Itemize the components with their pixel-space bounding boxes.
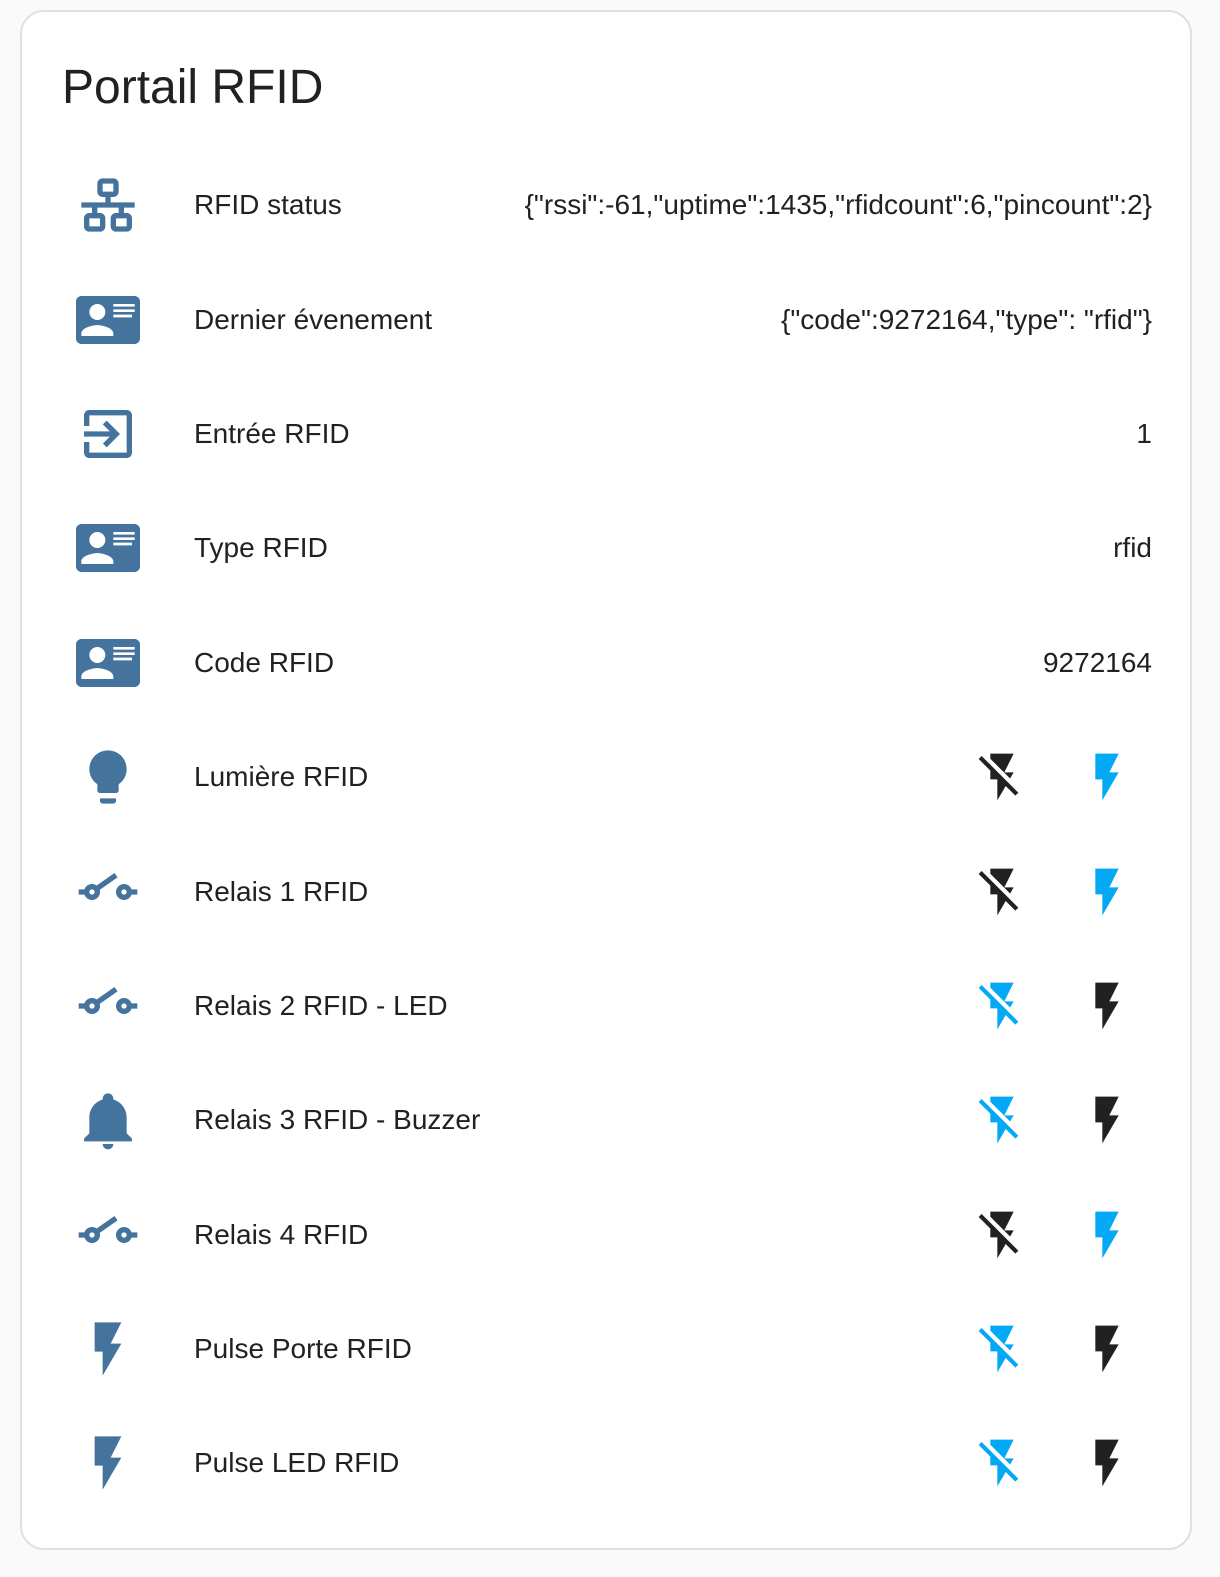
turn-off-button[interactable] [970, 860, 1034, 924]
bell-icon-glyph [76, 1088, 140, 1152]
entity-row: Pulse Porte RFID [22, 1292, 1190, 1406]
flash-icon [1079, 1435, 1135, 1491]
flash-off-icon [974, 978, 1030, 1034]
entity-row: Relais 4 RFID [22, 1178, 1190, 1292]
entity-label[interactable]: Pulse Porte RFID [194, 1333, 412, 1365]
import-icon[interactable] [76, 402, 140, 466]
entity-label[interactable]: Lumière RFID [194, 761, 368, 793]
turn-off-button[interactable] [970, 1431, 1034, 1495]
turn-on-button[interactable] [1075, 1088, 1139, 1152]
entity-row: Relais 1 RFID [22, 834, 1190, 948]
lan-icon[interactable] [76, 173, 140, 237]
turn-off-button[interactable] [970, 745, 1034, 809]
entity-label[interactable]: Relais 3 RFID - Buzzer [194, 1104, 480, 1136]
entity-row[interactable]: Dernier évenement {"code":9272164,"type":… [22, 262, 1190, 376]
flash-icon [1079, 864, 1135, 920]
entity-label[interactable]: Code RFID [194, 647, 334, 679]
card-account-details-icon-glyph [76, 516, 140, 580]
flash-icon [1079, 1092, 1135, 1148]
entity-label[interactable]: RFID status [194, 189, 342, 221]
turn-off-button[interactable] [970, 1088, 1034, 1152]
flash-icon [1079, 978, 1135, 1034]
entity-state-value: 9272164 [1042, 646, 1152, 678]
turn-off-button[interactable] [970, 1317, 1034, 1381]
entity-row: Lumière RFID [22, 720, 1190, 834]
flash-off-icon [974, 1092, 1030, 1148]
flash-icon[interactable] [76, 1317, 140, 1381]
electric-switch-icon[interactable] [76, 974, 140, 1038]
entity-row[interactable]: RFID status {"rssi":-61,"uptime":1435,"rf… [22, 148, 1190, 262]
bell-icon[interactable] [76, 1088, 140, 1152]
turn-on-button[interactable] [1075, 1203, 1139, 1267]
entity-row[interactable]: Type RFID rfid [22, 491, 1190, 605]
entity-label[interactable]: Relais 4 RFID [194, 1219, 368, 1251]
entity-row: Relais 3 RFID - Buzzer [22, 1063, 1190, 1177]
entity-label[interactable]: Entrée RFID [194, 418, 350, 450]
entity-row: Pulse LED RFID [22, 1406, 1190, 1520]
import-icon-glyph [76, 402, 140, 466]
entity-list: RFID status {"rssi":-61,"uptime":1435,"rf… [22, 148, 1190, 1521]
entity-state-value: 1 [1136, 417, 1152, 449]
card-account-details-icon[interactable] [76, 288, 140, 352]
flash-icon[interactable] [76, 1431, 140, 1495]
entity-state-value: {"rssi":-61,"uptime":1435,"rfidcount":6,… [524, 189, 1152, 221]
electric-switch-icon-glyph [76, 1203, 140, 1267]
flash-icon [1079, 1321, 1135, 1377]
flash-off-icon [974, 1435, 1030, 1491]
card-account-details-icon-glyph [76, 288, 140, 352]
electric-switch-icon[interactable] [76, 860, 140, 924]
entity-label[interactable]: Type RFID [194, 532, 328, 564]
turn-on-button[interactable] [1075, 745, 1139, 809]
lan-icon-glyph [76, 173, 140, 237]
entity-label[interactable]: Dernier évenement [194, 304, 432, 336]
flash-off-icon [974, 1207, 1030, 1263]
turn-off-button[interactable] [970, 1203, 1034, 1267]
electric-switch-icon[interactable] [76, 1203, 140, 1267]
flash-icon-glyph [76, 1431, 140, 1495]
card-account-details-icon-glyph [76, 631, 140, 695]
lightbulb-icon[interactable] [76, 745, 140, 809]
lightbulb-icon-glyph [76, 745, 140, 809]
entities-card: Portail RFID RFID status {"rssi":-61,"upt… [20, 10, 1192, 1550]
entity-row[interactable]: Entrée RFID 1 [22, 377, 1190, 491]
entity-label[interactable]: Pulse LED RFID [194, 1447, 399, 1479]
entity-row[interactable]: Code RFID 9272164 [22, 606, 1190, 720]
entity-label[interactable]: Relais 2 RFID - LED [194, 990, 448, 1022]
turn-on-button[interactable] [1075, 974, 1139, 1038]
turn-on-button[interactable] [1075, 1317, 1139, 1381]
turn-on-button[interactable] [1075, 1431, 1139, 1495]
card-title: Portail RFID [62, 61, 324, 114]
entity-label[interactable]: Relais 1 RFID [194, 876, 368, 908]
flash-off-icon [974, 864, 1030, 920]
entity-row: Relais 2 RFID - LED [22, 949, 1190, 1063]
electric-switch-icon-glyph [76, 860, 140, 924]
flash-icon [1079, 1207, 1135, 1263]
flash-icon-glyph [76, 1317, 140, 1381]
turn-on-button[interactable] [1075, 860, 1139, 924]
flash-off-icon [974, 749, 1030, 805]
flash-off-icon [974, 1321, 1030, 1377]
electric-switch-icon-glyph [76, 974, 140, 1038]
card-account-details-icon[interactable] [76, 631, 140, 695]
card-account-details-icon[interactable] [76, 516, 140, 580]
entity-state-value: {"code":9272164,"type": "rfid"} [781, 303, 1152, 335]
turn-off-button[interactable] [970, 974, 1034, 1038]
entity-state-value: rfid [1113, 532, 1152, 564]
flash-icon [1079, 749, 1135, 805]
